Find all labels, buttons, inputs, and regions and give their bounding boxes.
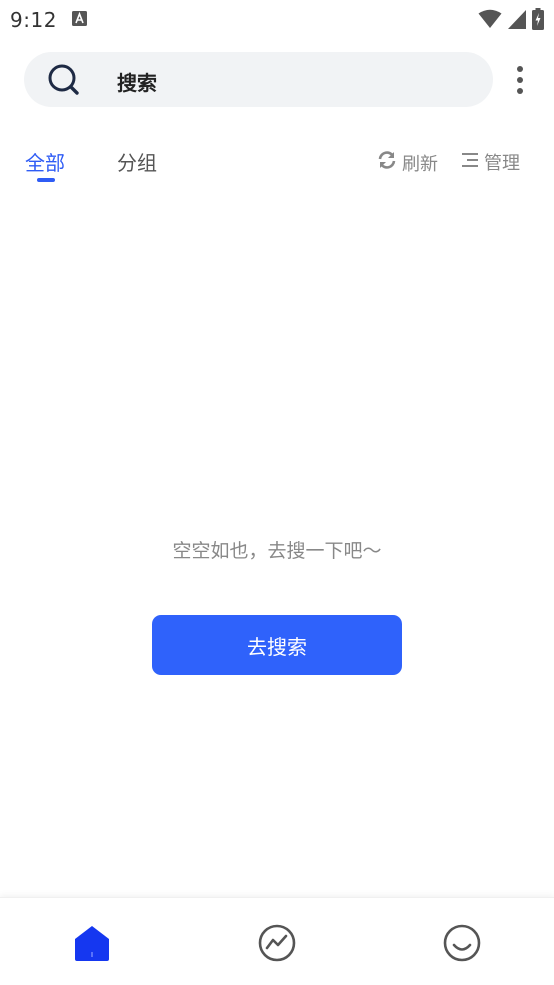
app-screen: 9:12 搜索 全部 分组 刷新 管理 空空如也，去搜一下吧～ 去搜索 — [0, 0, 554, 985]
accessibility-notification-icon — [72, 11, 87, 30]
nav-home[interactable] — [72, 923, 112, 963]
status-bar: 9:12 — [0, 0, 554, 38]
more-options-button[interactable] — [508, 64, 532, 98]
refresh-label: 刷新 — [402, 153, 438, 175]
refresh-button[interactable]: 刷新 — [376, 149, 438, 176]
status-icons — [478, 8, 544, 34]
manage-list-icon — [460, 151, 480, 174]
nav-profile[interactable] — [442, 923, 482, 963]
manage-button[interactable]: 管理 — [460, 149, 520, 175]
signal-icon — [508, 9, 526, 33]
search-bar[interactable]: 搜索 — [24, 52, 493, 107]
empty-state-message: 空空如也，去搜一下吧～ — [172, 540, 382, 562]
wifi-icon — [478, 9, 502, 33]
refresh-icon — [376, 149, 398, 176]
battery-charging-icon — [532, 8, 544, 34]
smiley-icon — [442, 924, 482, 967]
search-icon — [48, 64, 80, 96]
status-time: 9:12 — [10, 8, 57, 32]
trend-icon — [257, 924, 297, 967]
tab-all[interactable]: 全部 — [25, 147, 65, 176]
search-label: 搜索 — [117, 71, 157, 95]
go-search-button[interactable]: 去搜索 — [152, 615, 402, 675]
home-icon — [72, 926, 112, 967]
bottom-navigation — [0, 897, 554, 985]
tab-group[interactable]: 分组 — [117, 147, 157, 176]
tab-active-indicator — [37, 178, 55, 182]
nav-trend[interactable] — [257, 923, 297, 963]
manage-label: 管理 — [484, 153, 520, 174]
